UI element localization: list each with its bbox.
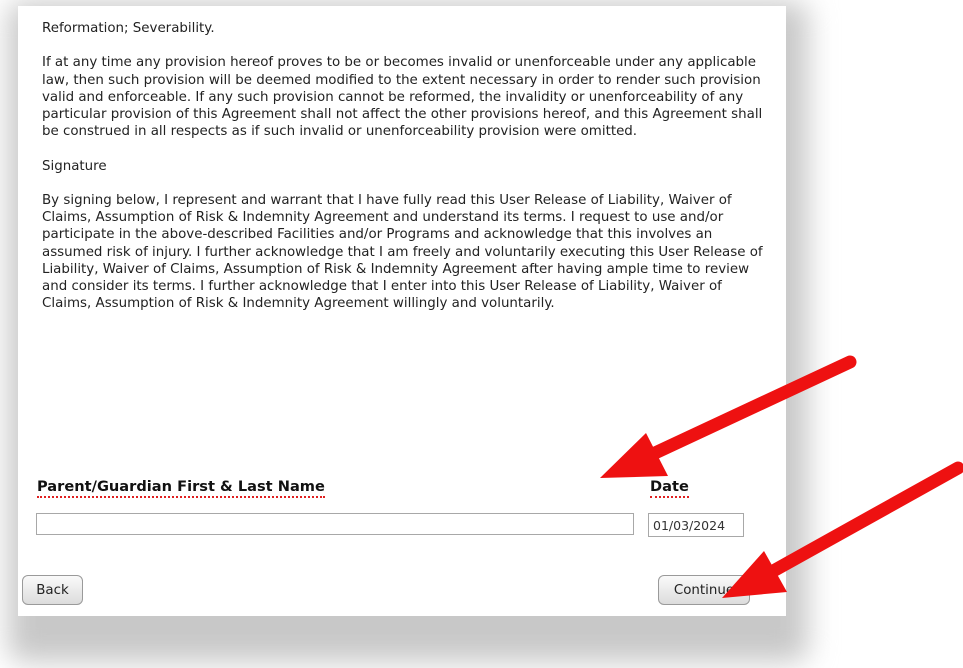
continue-button[interactable]: Continue xyxy=(658,575,750,605)
heading-reformation: Reformation; Severability. xyxy=(42,21,215,36)
heading-signature: Signature xyxy=(42,158,107,174)
date-input[interactable] xyxy=(648,513,744,537)
date-field-label: Date xyxy=(650,478,689,498)
parent-name-input[interactable] xyxy=(36,513,634,535)
agreement-text: Reformation; Severability. If at any tim… xyxy=(42,20,772,330)
back-button[interactable]: Back xyxy=(22,575,83,605)
name-field-label: Parent/Guardian First & Last Name xyxy=(37,478,325,498)
paragraph-signature: By signing below, I represent and warran… xyxy=(42,192,763,312)
paragraph-reformation: If at any time any provision hereof prov… xyxy=(42,55,763,140)
